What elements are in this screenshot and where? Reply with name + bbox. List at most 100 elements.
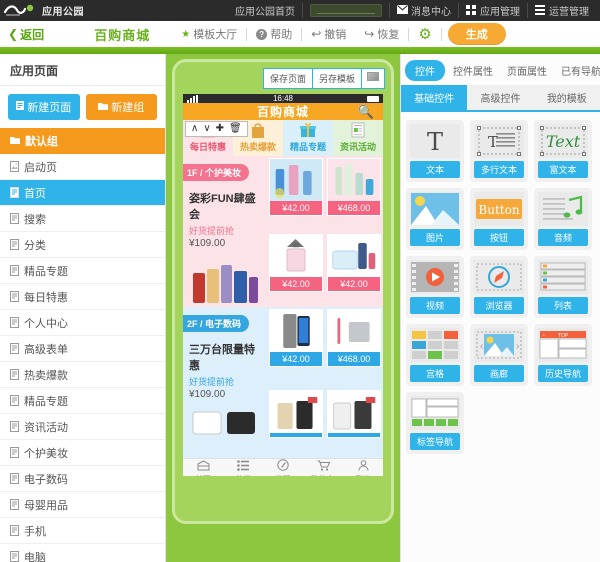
tabbar-item-cart[interactable]: 购物车: [303, 459, 343, 476]
sidebar-item-search[interactable]: 搜索: [0, 206, 165, 232]
undo-button[interactable]: ↩ 撤销: [302, 26, 355, 42]
sidebar-item-hot-sale[interactable]: 热卖爆款: [0, 362, 165, 388]
design-canvas: 保存页面 另存模板 16:48 百购商城 🔍 ∧ ∨ ✚ 🗑 每日特惠 热卖爆款…: [166, 54, 400, 562]
product-card[interactable]: ¥42.00: [325, 232, 383, 308]
new-group-button[interactable]: 新建组: [85, 94, 157, 120]
topbar-search[interactable]: [303, 3, 390, 18]
product-card[interactable]: [267, 388, 325, 459]
search-icon[interactable]: 🔍: [358, 104, 375, 120]
tabbar-item-discover[interactable]: 发现: [263, 459, 303, 476]
product-card[interactable]: ¥42.00: [267, 156, 325, 232]
product-card[interactable]: ¥42.00: [267, 307, 325, 388]
floor-1-title: 姿彩FUN肆盛会: [189, 193, 256, 221]
sidebar-item-digital[interactable]: 电子数码: [0, 466, 165, 492]
tab-page-properties[interactable]: 页面属性: [501, 60, 553, 81]
widget-grid[interactable]: 宫格: [406, 324, 464, 386]
subtab-basic-widgets[interactable]: 基础控件: [401, 85, 468, 110]
tabbar-item-mine[interactable]: 我的: [343, 459, 383, 476]
product-card[interactable]: ¥468.00: [325, 156, 383, 232]
pages-sidebar-title: 应用页面: [0, 54, 165, 86]
widget-gallery[interactable]: ‹ › 画廊: [470, 324, 528, 386]
widget-rich-text[interactable]: Text 富文本: [534, 120, 592, 182]
envelope-icon: [397, 5, 408, 16]
widget-button[interactable]: Button 按钮: [470, 188, 528, 250]
widget-text[interactable]: T 文本: [406, 120, 464, 182]
sidebar-item-beauty[interactable]: 个护美妆: [0, 440, 165, 466]
widget-multiline-text[interactable]: T 多行文本: [470, 120, 528, 182]
sidebar-item-home[interactable]: 首页: [0, 180, 165, 206]
product-card[interactable]: ¥42.00: [267, 232, 325, 308]
help-button[interactable]: ? 帮助: [247, 26, 301, 42]
tab-existing-nav[interactable]: 已有导航: [555, 60, 600, 81]
sidebar-item-profile[interactable]: 个人中心: [0, 310, 165, 336]
subtab-advanced-widgets[interactable]: 高级控件: [467, 85, 534, 110]
product-card[interactable]: [325, 388, 383, 459]
widget-edit-toolbar[interactable]: ∧ ∨ ✚ 🗑: [185, 121, 248, 137]
add-button[interactable]: ✚: [216, 124, 224, 134]
redo-button[interactable]: ↪ 恢复: [355, 26, 408, 42]
image-icon: [410, 192, 460, 226]
save-page-button[interactable]: 保存页面: [262, 68, 312, 89]
widget-audio[interactable]: 音频: [534, 188, 592, 250]
tabbar-item-category[interactable]: 分类: [223, 459, 263, 476]
widget-list[interactable]: 列表: [534, 256, 592, 318]
nav-tile-label: 热卖爆款: [239, 142, 276, 152]
generate-button[interactable]: 生成: [447, 23, 506, 45]
preview-thumbnail-button[interactable]: [361, 68, 385, 89]
search-input[interactable]: [310, 4, 382, 17]
widget-label: 音频: [538, 229, 588, 246]
move-up-button[interactable]: ∧: [191, 124, 198, 134]
sidebar-item-phone[interactable]: 手机: [0, 518, 165, 544]
back-button[interactable]: ❮ 返回: [8, 26, 44, 43]
save-template-button[interactable]: 另存模板: [311, 68, 361, 89]
topbar-item-app-manage[interactable]: 应用管理: [459, 3, 528, 18]
widget-video[interactable]: 视频: [406, 256, 464, 318]
pages-group-default[interactable]: 默认组: [0, 128, 165, 154]
floor-section-2[interactable]: 2F / 电子数码 三万台限量特惠 好货提前抢 ¥109.00 ¥42.00 ¥…: [183, 307, 383, 458]
product-price: ¥42.00: [328, 276, 380, 291]
topbar-item-home[interactable]: 应用公园首页: [228, 3, 303, 18]
sidebar-item-featured[interactable]: 精品专题: [0, 258, 165, 284]
floor-section-1[interactable]: 1F / 个护美妆 姿彩FUN肆盛会 好货提前抢 ¥109.00 ¥42.00 …: [183, 156, 383, 307]
topbar-item-ops-manage[interactable]: 运营管理: [528, 3, 596, 18]
sidebar-item-daily-deal[interactable]: 每日特惠: [0, 284, 165, 310]
widget-image[interactable]: 图片: [406, 188, 464, 250]
new-page-button[interactable]: 新建页面: [8, 94, 80, 120]
tab-widgets[interactable]: 控件: [405, 60, 445, 81]
move-down-button[interactable]: ∨: [203, 124, 210, 134]
sidebar-item-advanced-form[interactable]: 高级表单: [0, 336, 165, 362]
sidebar-item-splash[interactable]: 启动页: [0, 154, 165, 180]
redo-icon: ↪: [364, 27, 375, 41]
widget-history-nav[interactable]: TOP ‹ 历史导航: [534, 324, 592, 386]
tab-widget-properties[interactable]: 控件属性: [447, 60, 499, 81]
sidebar-item-label: 电脑: [24, 551, 46, 562]
subtab-my-templates[interactable]: 我的模板: [533, 85, 600, 110]
nav-tile-label: 精品专题: [289, 142, 326, 152]
widget-browser[interactable]: 浏览器: [470, 256, 528, 318]
sidebar-item-news[interactable]: 资讯活动: [0, 414, 165, 440]
page-icon: [10, 499, 19, 510]
product-card[interactable]: ¥468.00: [325, 307, 383, 388]
nav-tile-featured[interactable]: 精品专题: [283, 120, 333, 156]
floor-1-info: 1F / 个护美妆 姿彩FUN肆盛会 好货提前抢 ¥109.00: [183, 156, 267, 307]
editor-toolbar: ❮ 返回 百购商城 ★ 模板大厅 ? 帮助 ↩ 撤销 ↪ 恢复 ⚙ 生成: [0, 21, 600, 47]
topbar-item-messages[interactable]: 消息中心: [390, 3, 459, 18]
widget-label: 图片: [410, 229, 460, 246]
nav-tiles-widget[interactable]: ∧ ∨ ✚ 🗑 每日特惠 热卖爆款 精品专题 资讯活动: [183, 120, 383, 156]
delete-button[interactable]: 🗑: [229, 124, 242, 134]
widget-tab-nav[interactable]: 标签导航: [406, 392, 464, 454]
template-hall-button[interactable]: ★ 模板大厅: [172, 26, 246, 42]
new-group-icon: [98, 101, 109, 113]
sidebar-item-computer[interactable]: 电脑: [0, 544, 165, 562]
floor-2-products: ¥42.00 ¥468.00: [267, 307, 383, 458]
site-logo[interactable]: 应用公园: [4, 3, 84, 18]
sidebar-item-label: 母婴用品: [24, 499, 68, 512]
sidebar-item-baby[interactable]: 母婴用品: [0, 492, 165, 518]
sidebar-item-category[interactable]: 分类: [0, 232, 165, 258]
nav-tile-news[interactable]: 资讯活动: [333, 120, 383, 156]
sidebar-item-featured-2[interactable]: 精品专题: [0, 388, 165, 414]
tabbar-item-home[interactable]: 首页: [183, 459, 223, 476]
compass-icon: [277, 459, 289, 473]
undo-label: 撤销: [324, 29, 347, 41]
settings-button[interactable]: ⚙: [409, 27, 440, 42]
